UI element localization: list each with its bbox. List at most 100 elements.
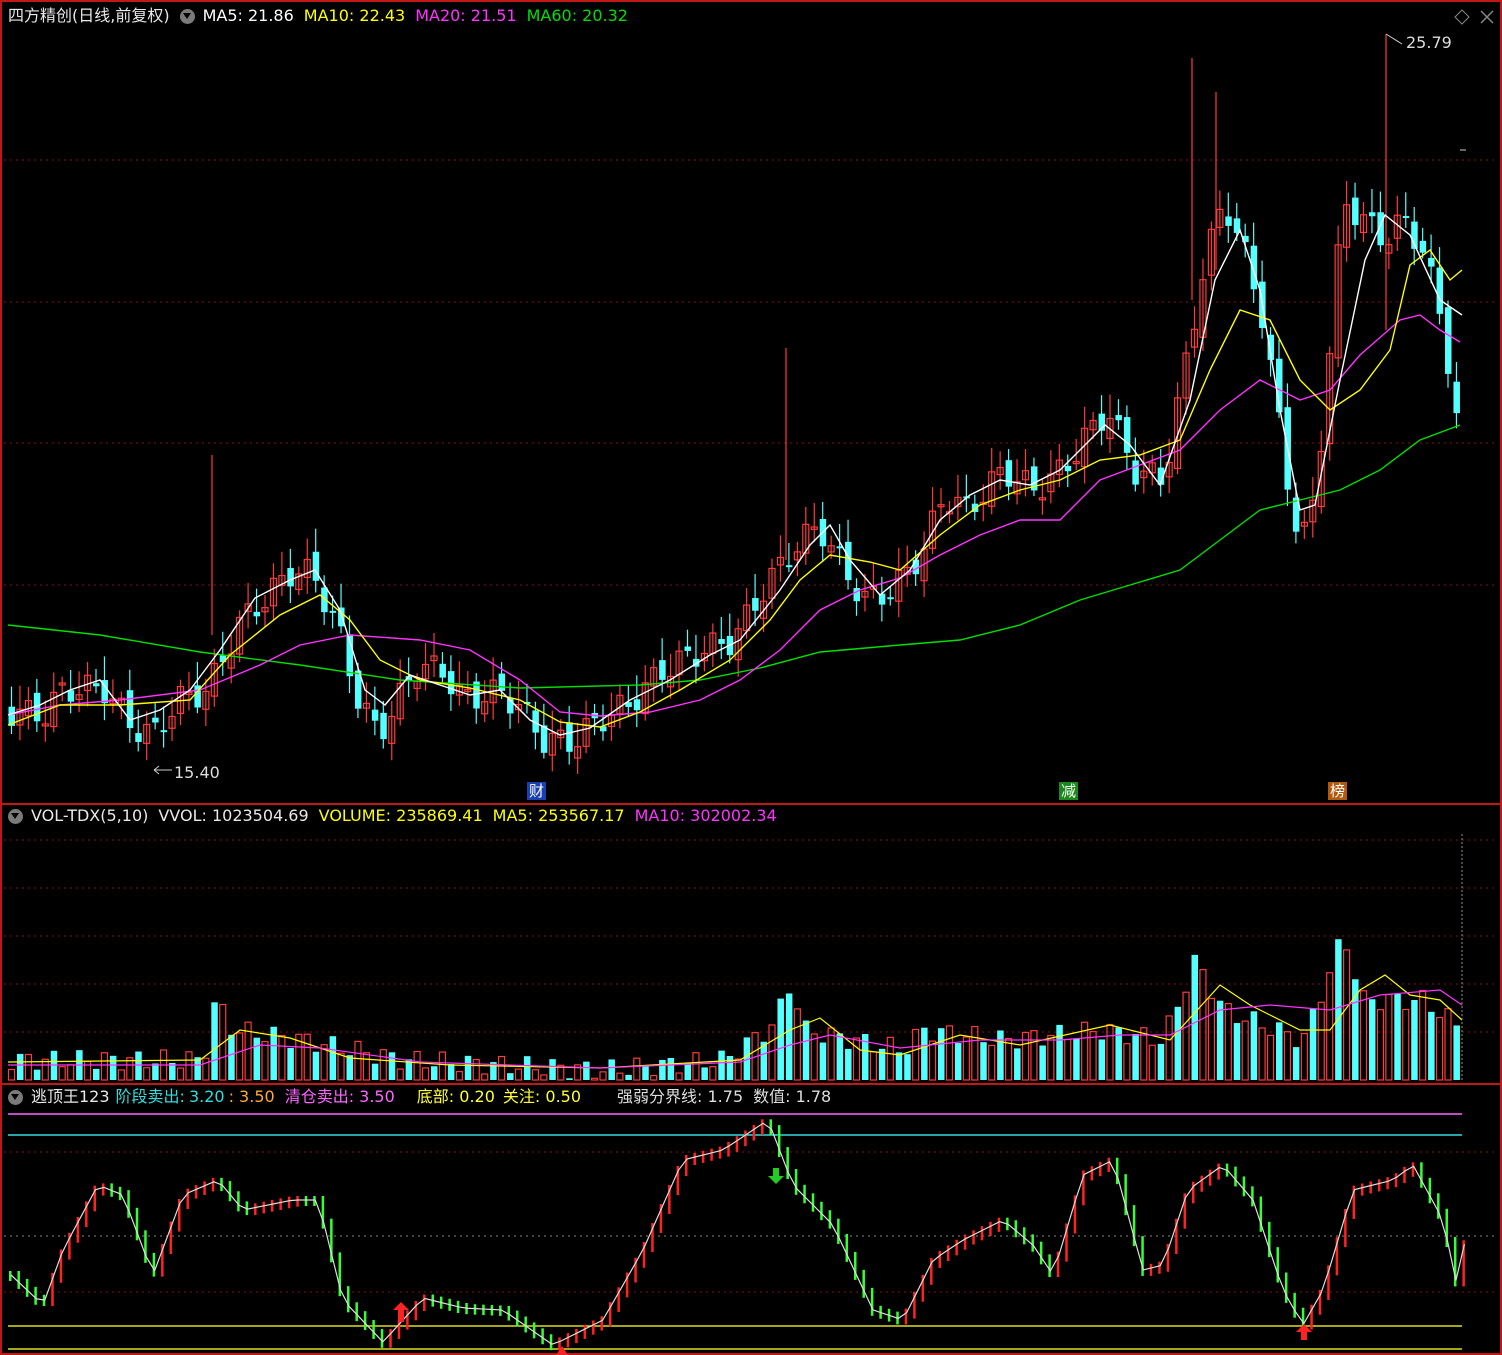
indicator-bar — [862, 1269, 865, 1298]
candle-body — [659, 660, 666, 680]
indicator-bar — [989, 1221, 992, 1237]
event-marker-finance[interactable]: 财 — [527, 782, 547, 800]
volume-bar — [869, 1051, 878, 1081]
volume-bar — [1428, 1011, 1435, 1080]
indicator-bar — [744, 1130, 747, 1147]
volume-bar — [83, 1060, 92, 1081]
volume-bar — [1004, 1037, 1013, 1081]
dropdown-circle-icon[interactable] — [8, 1089, 23, 1105]
indicator-bar — [254, 1203, 257, 1216]
candle-body — [152, 717, 159, 723]
indicator-bar — [287, 1196, 291, 1209]
volume-bar — [1047, 1034, 1055, 1081]
indicator-bar — [1048, 1254, 1051, 1278]
divide-line-label: 强弱分界线: 1.75 — [617, 1087, 744, 1106]
indicator-bar — [347, 1286, 350, 1313]
candle-body — [1250, 245, 1258, 290]
volume-bar — [354, 1040, 362, 1081]
volume-bar — [1106, 1023, 1114, 1081]
indicator-bar — [237, 1191, 240, 1212]
svg-text:15.40: 15.40 — [174, 763, 220, 782]
volume-bar — [590, 1077, 599, 1081]
low-annotation: 15.40 — [153, 763, 220, 782]
volume-bar — [709, 1066, 717, 1081]
indicator-bar — [1377, 1179, 1381, 1192]
volume-bar — [1402, 1008, 1410, 1081]
svg-text:25.79: 25.79 — [1406, 33, 1452, 52]
close-icon[interactable] — [1480, 10, 1494, 24]
indicator-bar — [1090, 1166, 1094, 1181]
indicator-bar — [701, 1150, 705, 1163]
indicator-bar — [794, 1169, 798, 1195]
candle-body — [785, 565, 793, 568]
indicator-bar — [1293, 1292, 1296, 1318]
candle-body — [1453, 381, 1460, 414]
volume-bar — [886, 1036, 894, 1081]
volume-bar — [211, 1002, 218, 1080]
candle-body — [1352, 197, 1359, 226]
diamond-icon[interactable] — [1454, 9, 1470, 25]
volume-bar — [431, 1066, 438, 1080]
volume-label: VOLUME: 235869.41 — [318, 806, 483, 825]
volume-bar — [185, 1051, 193, 1081]
volume-bar — [852, 1037, 861, 1081]
candle-body — [566, 722, 573, 752]
volume-bar — [1073, 1038, 1080, 1080]
indicator-bar — [1217, 1163, 1220, 1180]
indicator-bar — [1107, 1157, 1110, 1172]
volume-bar — [1385, 993, 1393, 1081]
volume-bar — [1342, 949, 1351, 1081]
indicator-bar — [938, 1251, 941, 1268]
indicator-bar — [490, 1305, 494, 1316]
candle-body — [380, 712, 387, 740]
grid-lines — [4, 159, 1498, 1293]
indicator-bar — [1158, 1261, 1161, 1274]
indicator-bar — [9, 1271, 12, 1281]
volume-bar — [253, 1037, 261, 1080]
volume-bar — [371, 1063, 379, 1080]
candle-body — [93, 683, 100, 687]
candle-body — [371, 709, 379, 721]
indicator-bar — [363, 1311, 367, 1331]
chart-canvas[interactable]: 25.79 15.40 — [0, 0, 1502, 1355]
volume-bar — [33, 1069, 41, 1080]
volume-bar — [1132, 1034, 1139, 1080]
indicator-bar — [211, 1177, 215, 1192]
candle-body — [1436, 267, 1444, 314]
indicator-bar — [541, 1328, 544, 1345]
indicator-bar — [203, 1181, 206, 1196]
volume-bar — [980, 1042, 987, 1080]
volume-bar — [845, 1048, 852, 1080]
candle-body — [1115, 415, 1122, 421]
candle-body — [752, 598, 759, 611]
event-marker-list[interactable]: 榜 — [1328, 782, 1348, 800]
indicator-bar — [1149, 1263, 1153, 1276]
indicator-bar — [482, 1304, 485, 1316]
volume-bar — [819, 1042, 827, 1080]
indicator-bar — [1361, 1183, 1364, 1196]
volume-bar — [1283, 1031, 1292, 1081]
volume-bar — [1123, 1043, 1131, 1081]
indicator-bar — [1403, 1166, 1406, 1184]
volume-bar — [1292, 1047, 1300, 1080]
volume-bar — [202, 1057, 210, 1081]
indicator-bar — [718, 1146, 722, 1159]
indicator-bar — [262, 1201, 265, 1214]
event-marker-reduce[interactable]: 减 — [1059, 782, 1079, 800]
volume-bar — [1014, 1048, 1021, 1080]
ma20-label: MA20: 21.51 — [415, 6, 517, 25]
dropdown-circle-icon[interactable] — [179, 8, 195, 24]
indicator-bar — [575, 1328, 578, 1344]
candle-body — [887, 597, 894, 600]
volume-bar — [362, 1052, 370, 1081]
volume-bar — [16, 1053, 24, 1080]
volume-bar — [1453, 1025, 1460, 1080]
candle-body — [1064, 465, 1072, 472]
dropdown-circle-icon[interactable] — [8, 808, 23, 824]
volume-bar — [1368, 999, 1376, 1080]
volume-bar — [303, 1033, 311, 1081]
candle-body — [287, 567, 294, 587]
candle-body — [1368, 212, 1376, 217]
volume-bar — [143, 1067, 151, 1081]
volume-bar — [396, 1068, 404, 1081]
